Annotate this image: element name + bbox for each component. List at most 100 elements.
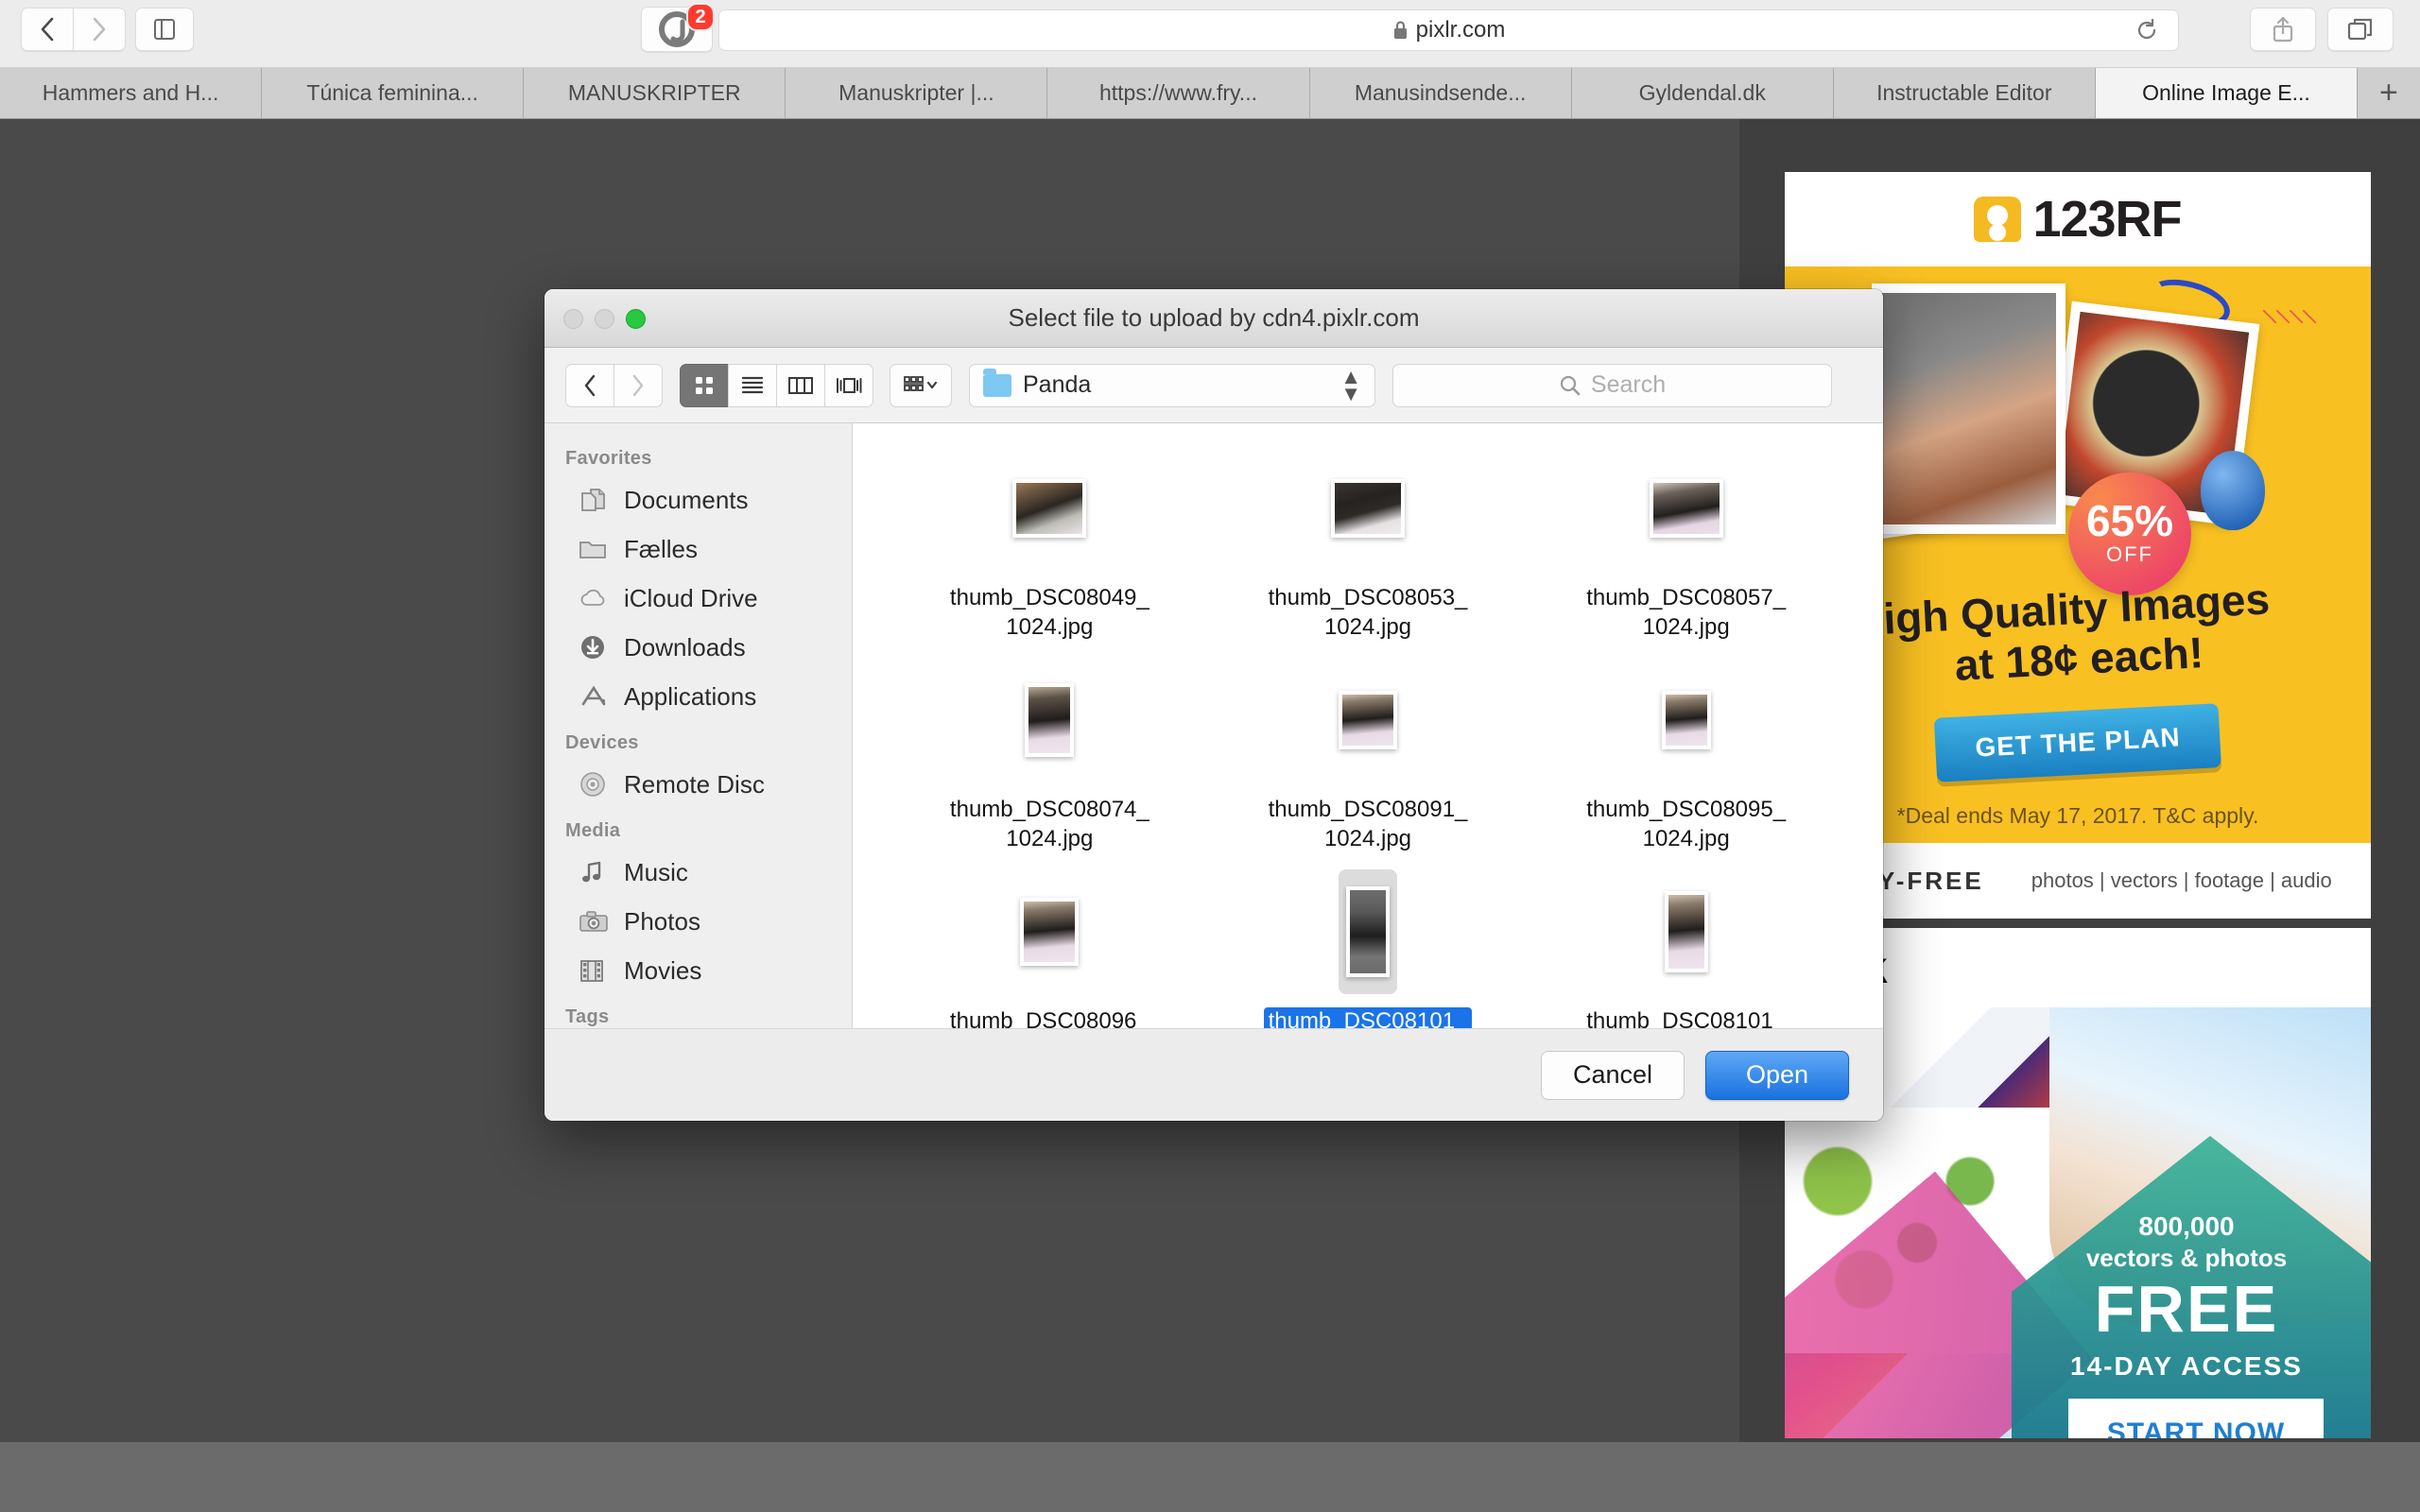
ad-cta-button[interactable]: GET THE PLAN (1933, 703, 2222, 782)
file-label-line2: 1024.jpg (1642, 613, 1730, 640)
show-tabs-button[interactable] (2327, 8, 2394, 51)
column-view-icon (788, 376, 813, 394)
file-browser-pane[interactable]: thumb_DSC08049_ 1024.jpg thumb_DSC08053_… (853, 423, 1883, 1028)
sidebar-group-media-title: Media (565, 820, 621, 841)
dialog-nav-group (565, 363, 663, 407)
current-folder-popup[interactable]: Panda ▲ ▼ (969, 363, 1375, 407)
search-icon (1559, 374, 1582, 397)
disc-icon (579, 770, 611, 799)
browser-tab-3[interactable]: Manuskripter |... (786, 68, 1048, 118)
browser-tab-5[interactable]: Manusindsende... (1309, 68, 1572, 118)
back-arrow-icon (41, 17, 54, 42)
dialog-toolbar: Panda ▲ ▼ Search (544, 348, 1883, 423)
forward-arrow-icon (93, 17, 106, 42)
arrange-button[interactable] (890, 363, 952, 407)
minimize-window-button[interactable] (595, 309, 614, 329)
browser-tab-8[interactable]: Online Image E... (2095, 68, 2358, 118)
file-item[interactable]: thumb_DSC08053_ 1024.jpg (1209, 440, 1528, 652)
share-button[interactable] (2250, 8, 2316, 51)
file-label-line1: thumb_DSC08074_ (949, 797, 1150, 822)
camera-icon (579, 907, 611, 936)
url-bar[interactable]: pixlr.com (718, 9, 2179, 51)
file-item[interactable]: thumb_DSC08101_ 1024.jpg (1527, 864, 1845, 1028)
file-item[interactable]: thumb_DSC08091_ 1024.jpg (1209, 652, 1528, 864)
file-label: thumb_DSC08049_ 1024.jpg (950, 584, 1150, 642)
sidebar-item-remote-disc[interactable]: Remote Disc (544, 760, 852, 809)
file-label: thumb_DSC08074_ 1024.jpg (950, 796, 1150, 853)
new-tab-button[interactable]: + (2357, 68, 2420, 118)
search-field[interactable]: Search (1392, 363, 1832, 407)
browser-tab-2[interactable]: MANUSKRIPTER (524, 68, 786, 118)
file-thumbnail-wrap (1012, 869, 1086, 994)
ad-stock-count: 800,000 (2138, 1211, 2235, 1241)
file-thumbnail (1025, 683, 1075, 757)
forward-button[interactable] (73, 8, 126, 51)
extension-button[interactable]: 2 (641, 3, 715, 52)
list-view-button[interactable] (728, 363, 777, 407)
file-thumbnail (1338, 691, 1397, 749)
ad-stock-free: FREE (2094, 1272, 2279, 1346)
sidebar-item-label: Documents (624, 485, 749, 514)
icon-view-button[interactable] (680, 363, 729, 407)
file-label: thumb_DSC08057_ 1024.jpg (1586, 584, 1786, 642)
balloon-blue-icon (2201, 451, 2265, 530)
sidebar-item-downloads[interactable]: Downloads (544, 623, 852, 672)
dialog-back-button[interactable] (565, 363, 614, 407)
sidebar-item-photos[interactable]: Photos (544, 897, 852, 946)
sidebar-item-movies[interactable]: Movies (544, 946, 852, 995)
ad-stock-cta-button[interactable]: START NOW (2068, 1399, 2324, 1438)
sidebar-item-icloud-drive[interactable]: iCloud Drive (544, 574, 852, 623)
back-arrow-icon (584, 374, 596, 396)
arrange-group-icon (904, 375, 938, 391)
applications-icon (579, 682, 611, 711)
file-item[interactable]: thumb_DSC08095_ 1024.jpg (1527, 652, 1845, 864)
cancel-button[interactable]: Cancel (1541, 1050, 1685, 1100)
dialog-body: Favorites Documents Fælles iCloud Drive … (544, 423, 1883, 1028)
sidebar-item-label: Remote Disc (624, 769, 765, 799)
back-button[interactable] (21, 8, 74, 51)
file-item[interactable]: thumb_DSC08049_ 1024.jpg (890, 440, 1209, 652)
sidebar-item-label: Applications (624, 681, 757, 711)
dialog-sidebar: Favorites Documents Fælles iCloud Drive … (544, 423, 853, 1028)
file-label-line1: thumb_DSC08101_ (1263, 1007, 1473, 1028)
sidebar-item-faelles[interactable]: Fælles (544, 524, 852, 574)
folder-icon (579, 535, 611, 563)
sidebar-toggle-button[interactable] (135, 8, 194, 51)
browser-tab-0[interactable]: Hammers and H... (0, 68, 263, 118)
browser-tab-4[interactable]: https://www.fry... (1047, 68, 1310, 118)
column-view-button[interactable] (776, 363, 825, 407)
file-thumbnail (1345, 886, 1390, 977)
sidebar-item-label: Fælles (624, 534, 699, 563)
maximize-window-button[interactable] (626, 309, 646, 329)
dialog-forward-button[interactable] (614, 363, 663, 407)
sidebar-item-label: iCloud Drive (624, 583, 758, 612)
ad-categories-label: photos | vectors | footage | audio (2031, 868, 2332, 892)
documents-icon (579, 486, 611, 514)
sidebar-item-documents[interactable]: Documents (544, 475, 852, 524)
123rf-logo-icon (1974, 197, 2022, 242)
gallery-view-button[interactable] (824, 363, 873, 407)
share-icon (2273, 16, 2293, 43)
sidebar-item-music[interactable]: Music (544, 848, 852, 897)
file-thumbnail-wrap (1005, 446, 1094, 571)
gallery-view-icon (837, 377, 862, 393)
file-item[interactable]: thumb_DSC08074_ 1024.jpg (890, 652, 1209, 864)
reload-button[interactable] (2131, 14, 2163, 46)
search-placeholder: Search (1590, 371, 1667, 398)
browser-tab-7[interactable]: Instructable Editor (1833, 68, 2096, 118)
close-window-button[interactable] (563, 309, 583, 329)
file-item[interactable]: thumb_DSC08096_ 1024.jpg (890, 864, 1209, 1028)
file-item[interactable]: thumb_DSC08057_ 1024.jpg (1527, 440, 1845, 652)
discount-badge: 65% OFF (2068, 472, 2191, 595)
sidebar-group-tags-title: Tags (565, 1006, 610, 1027)
browser-tab-6[interactable]: Gyldendal.dk (1571, 68, 1834, 118)
file-thumbnail-wrap (1331, 658, 1405, 782)
reload-icon (2137, 18, 2156, 40)
discount-off-label: OFF (2106, 541, 2153, 566)
open-button[interactable]: Open (1705, 1050, 1849, 1100)
file-thumbnail (1664, 891, 1708, 972)
sidebar-item-label: Movies (624, 955, 702, 985)
file-item-selected[interactable]: thumb_DSC08101_ 1024 copy.jpg (1209, 864, 1528, 1028)
browser-tab-1[interactable]: Túnica feminina... (262, 68, 525, 118)
sidebar-item-applications[interactable]: Applications (544, 672, 852, 721)
